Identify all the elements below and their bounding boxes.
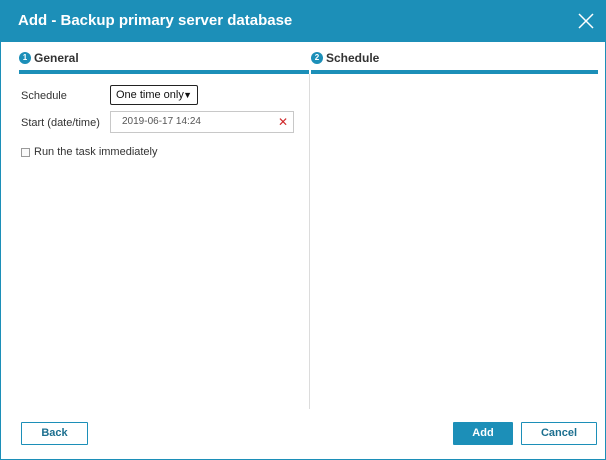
clear-icon[interactable]: ✕ [278,112,288,132]
wizard-steps: 1 General 2 Schedule [1,42,605,74]
step-number-icon: 2 [311,52,323,64]
step-underline [19,70,309,74]
schedule-select-value: One time only [116,89,184,101]
dialog-title: Add - Backup primary server database [18,12,293,29]
dropdown-arrow-icon: ▼ [183,90,192,100]
panel-divider [309,74,310,409]
step-general[interactable]: 1 General [19,42,309,74]
step-underline [311,70,598,74]
run-immediately-label[interactable]: Run the task immediately [34,146,158,158]
step-number-icon: 1 [19,52,31,64]
step-label: Schedule [326,51,380,65]
dialog-titlebar: Add - Backup primary server database [1,1,605,42]
close-icon[interactable] [575,10,597,32]
add-button[interactable]: Add [453,422,513,445]
start-datetime-input[interactable]: 2019-06-17 14:24 ✕ [110,111,294,133]
start-datetime-value: 2019-06-17 14:24 [122,116,201,127]
schedule-label: Schedule [21,90,67,102]
step-label: General [34,51,79,65]
start-datetime-label: Start (date/time) [21,117,100,129]
back-button[interactable]: Back [21,422,88,445]
step-schedule[interactable]: 2 Schedule [311,42,598,74]
run-immediately-checkbox[interactable] [21,148,30,157]
cancel-button[interactable]: Cancel [521,422,597,445]
add-backup-dialog: Add - Backup primary server database 1 G… [0,0,606,460]
schedule-select[interactable]: One time only ▼ [110,85,198,105]
